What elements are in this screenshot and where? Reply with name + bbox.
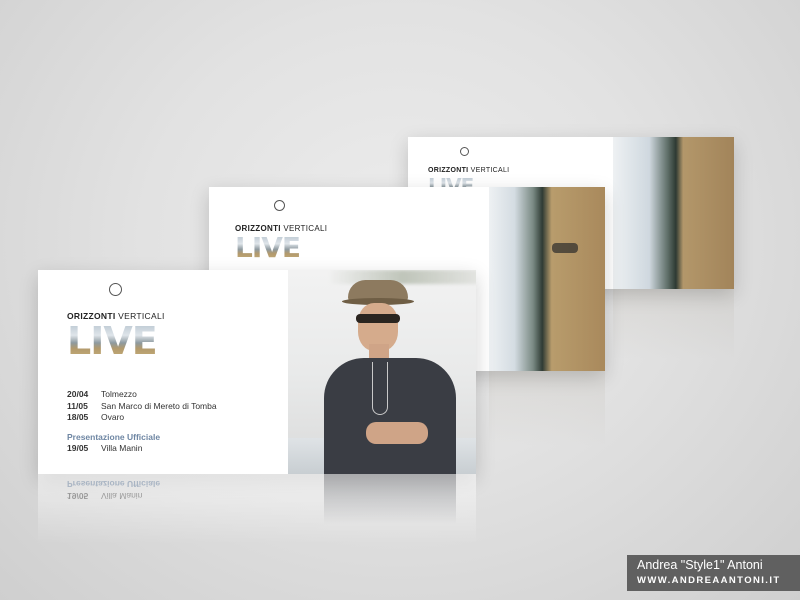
necklace bbox=[372, 362, 388, 415]
watermark-url: WWW.ANDREAANTONI.IT bbox=[637, 575, 781, 586]
list-item: 11/05 San Marco di Mereto di Tomba bbox=[67, 400, 217, 411]
logo-icon bbox=[107, 283, 123, 296]
live-title: LIVE bbox=[67, 319, 158, 363]
sunglasses bbox=[356, 314, 400, 323]
person-photo bbox=[312, 278, 472, 474]
list-item: 19/05 Villa Manin bbox=[67, 443, 143, 453]
card-title: ORIZZONTI VERTICALI bbox=[428, 167, 510, 174]
watermark-badge: Andrea "Style1" Antoni WWW.ANDREAANTONI.… bbox=[627, 555, 800, 591]
list-item: 20/04 Tolmezzo bbox=[67, 389, 137, 399]
presentation-label: Presentazione Ufficiale bbox=[67, 431, 161, 442]
logo-icon bbox=[272, 200, 286, 211]
card-reflection bbox=[489, 371, 605, 446]
list-item: 18/05 Ovaro bbox=[67, 412, 125, 422]
shirt bbox=[324, 358, 456, 474]
hands bbox=[366, 422, 428, 444]
flyer-card-front: ORIZZONTI VERTICALI LIVE 20/04 Tolmezzo 1… bbox=[38, 270, 476, 474]
landscape-photo bbox=[613, 137, 734, 289]
live-title: LIVE bbox=[235, 231, 301, 264]
logo-icon bbox=[458, 147, 470, 156]
dates-list: 20/04 Tolmezzo 11/05 San Marco di Mereto d… bbox=[67, 389, 217, 455]
reflected-text: 19/05 Villa Manin Presentazione Ufficiale bbox=[67, 479, 161, 502]
watermark-name: Andrea "Style1" Antoni bbox=[637, 558, 763, 572]
card-reflection bbox=[613, 289, 734, 359]
card-reflection: 19/05 Villa Manin Presentazione Ufficiale bbox=[38, 474, 476, 544]
reflected-person bbox=[324, 474, 456, 524]
landscape-photo bbox=[489, 187, 605, 371]
person-silhouette bbox=[552, 243, 578, 253]
